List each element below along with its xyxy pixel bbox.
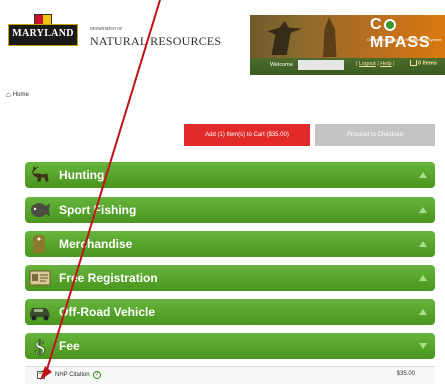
dept-title: NATURAL RESOURCES [90,34,222,48]
cart-icon [410,60,417,66]
breadcrumb-home[interactable]: Home [13,92,29,98]
deer-icon [31,165,49,182]
compass-logo: CMPASS [370,16,445,52]
proceed-to-checkout-button[interactable]: Proceed to Checkout [315,124,435,146]
fee-item-row: NHP Citation? $35.00 [25,366,435,384]
user-name-redacted [298,60,344,70]
expand-arrow-icon [419,275,427,281]
angler-silhouette-icon [323,17,337,57]
category-label: Hunting [59,168,105,182]
category-label: Sport Fishing [59,203,137,217]
dollar-icon: $ [35,337,46,356]
card-icon [29,270,51,286]
expand-arrow-icon [419,309,427,315]
account-links: | Logout | Help | [356,61,395,67]
help-link[interactable]: Help [380,61,391,67]
dept-subtitle: DEPARTMENT OF [90,26,123,31]
tag-icon [33,235,45,253]
category-fee[interactable]: $ Fee [25,333,435,359]
compass-logo-start: C [370,16,383,33]
category-off-road-vehicle[interactable]: Off-Road Vehicle [25,299,435,325]
fish-icon [31,203,50,217]
expand-arrow-icon [419,172,427,178]
cart-link[interactable]: 0 Items [410,60,437,66]
header: MARYLAND DEPARTMENT OF NATURAL RESOURCES… [0,0,445,58]
category-merchandise[interactable]: Merchandise [25,231,435,257]
category-free-registration[interactable]: Free Registration [25,265,435,291]
fee-item-name: NHP Citation [55,372,90,378]
compass-banner: CMPASS Online Licensing and Registration… [250,15,445,58]
expand-arrow-icon [419,241,427,247]
help-icon[interactable]: ? [92,371,101,379]
category-label: Merchandise [59,237,133,251]
compass-icon [383,18,396,31]
category-label: Fee [59,339,80,353]
expand-arrow-icon [419,207,427,213]
jeep-icon [30,308,50,321]
fee-item-label: NHP Citation? [55,371,101,379]
nhp-citation-checkbox[interactable] [37,368,45,379]
category-label: Free Registration [59,271,158,285]
maryland-logo[interactable]: MARYLAND [8,14,78,48]
fee-item-price: $35.00 [396,371,415,377]
hunter-silhouette-icon [267,21,302,55]
cart-count: 0 Items [418,60,437,67]
category-sport-fishing[interactable]: Sport Fishing [25,197,435,223]
compass-tagline: Online Licensing and Registration System [367,37,442,42]
breadcrumb[interactable]: ⌂ Home [6,90,29,99]
category-hunting[interactable]: Hunting [25,162,435,188]
home-icon: ⌂ [6,90,11,99]
logo-text: MARYLAND [12,28,74,39]
collapse-arrow-icon [419,343,427,349]
svg-text:$: $ [35,337,45,356]
add-to-cart-button[interactable]: Add (1) Item(s) to Cart ($35.00) [184,124,310,146]
welcome-text: Welcome [270,62,293,68]
category-label: Off-Road Vehicle [59,305,156,319]
logout-link[interactable]: Logout [359,61,376,67]
